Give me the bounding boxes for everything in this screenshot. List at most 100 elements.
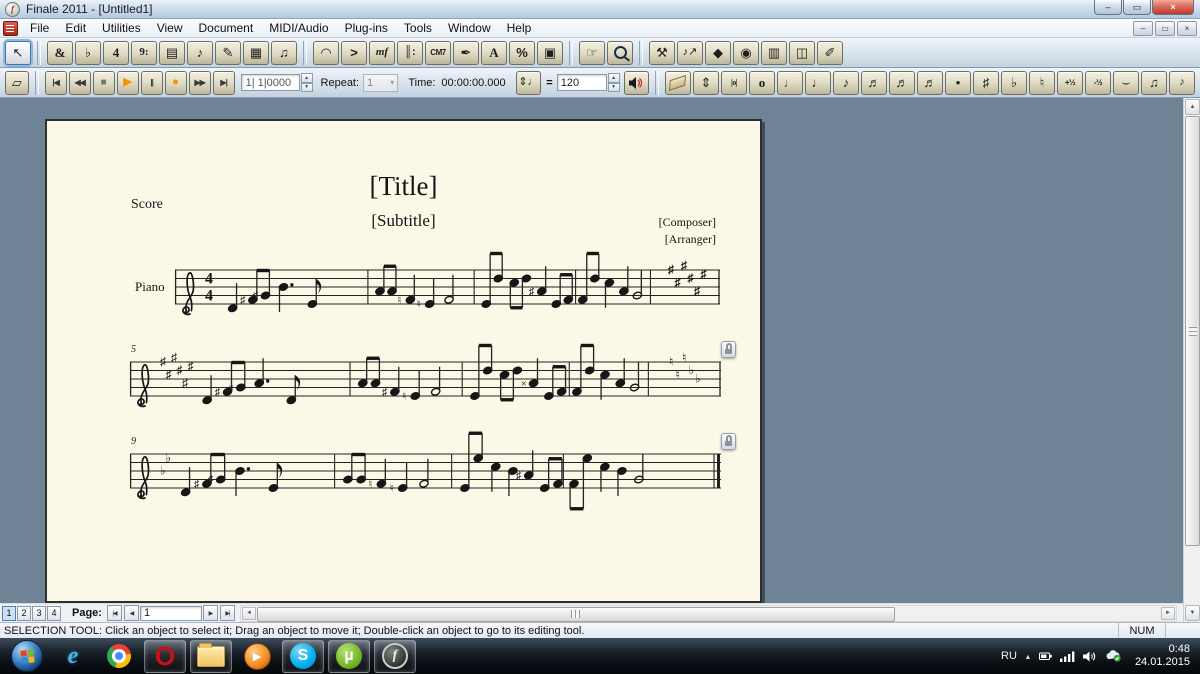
natural-button[interactable]: ♮ [1028, 70, 1055, 95]
scroll-left-button[interactable]: ◄ [241, 606, 256, 620]
record-button[interactable]: ● [164, 70, 187, 95]
view-preset-3[interactable]: 3 [32, 605, 46, 621]
scroll-up-button[interactable]: ▲ [1185, 99, 1200, 115]
windows-explorer[interactable] [190, 639, 232, 673]
system-lock-icon[interactable] [721, 433, 736, 450]
previous-page-button[interactable]: ◀ [123, 605, 139, 621]
chord-tool-button[interactable]: CM7 [425, 40, 451, 65]
broom-tool-button[interactable]: ✐ [817, 40, 843, 65]
graphics-tool-button[interactable]: ◆ [705, 40, 731, 65]
simple-entry-tool-button[interactable]: ♪ [187, 40, 213, 65]
ossia-tool-button[interactable]: ▥ [761, 40, 787, 65]
score-page[interactable]: Score [Title] [Subtitle] [Composer] [Arr… [45, 119, 762, 603]
utorrent[interactable]: µ [328, 639, 370, 673]
menu-edit[interactable]: Edit [57, 20, 94, 36]
last-page-button[interactable]: ▶| [219, 605, 235, 621]
language-indicator[interactable]: RU [1001, 650, 1017, 662]
smart-shape-tool-button[interactable]: ◠ [313, 40, 339, 65]
time-signature-tool-button[interactable]: 4 [103, 40, 129, 65]
sixty-fourth-note-button[interactable]: ♬ [916, 70, 943, 95]
menu-plug-ins[interactable]: Plug-ins [337, 20, 396, 36]
minimize-button[interactable]: – [1094, 0, 1122, 15]
spin-down-button[interactable] [607, 82, 620, 92]
menu-help[interactable]: Help [499, 20, 540, 36]
mdi-minimize-button[interactable]: – [1133, 20, 1153, 36]
grace-note-button[interactable]: ♪ [1168, 70, 1195, 95]
menu-utilities[interactable]: Utilities [94, 20, 149, 36]
vertical-scroll-thumb[interactable] [1185, 116, 1200, 546]
staff-system-2[interactable]: 5♯♯♯♯♯♯♮♮♮♭♭♯×♯♮× [129, 338, 721, 424]
half-note-button[interactable]: ♩ [776, 70, 803, 95]
special-tools-tool-button[interactable]: ⚒ [649, 40, 675, 65]
play-button[interactable]: ▶ [116, 70, 139, 95]
go-to-beginning-button[interactable]: |◀ [44, 70, 67, 95]
start-button[interactable] [6, 640, 48, 673]
mdi-restore-button[interactable]: ▭ [1155, 20, 1175, 36]
mirror-tool-button[interactable]: ◫ [789, 40, 815, 65]
playback-settings-button[interactable] [623, 70, 650, 95]
title-bar[interactable]: Finale 2011 - [Untitled1] – ▭ × [0, 0, 1200, 19]
flat-button[interactable]: ♭ [1000, 70, 1027, 95]
expression-tool-button[interactable]: mf [369, 40, 395, 65]
skype[interactable]: S [282, 639, 324, 673]
eraser-tool-button[interactable] [664, 70, 691, 95]
eighth-note-button[interactable]: ♪ [832, 70, 859, 95]
augmentation-dot-button[interactable]: • [944, 70, 971, 95]
horizontal-scroll-thumb[interactable] [256, 606, 895, 622]
volume-icon[interactable] [1082, 651, 1097, 662]
text-tool-button[interactable]: A [481, 40, 507, 65]
next-page-button[interactable]: ▶ [202, 605, 218, 621]
articulation-tool-button[interactable]: > [341, 40, 367, 65]
menu-file[interactable]: File [22, 20, 57, 36]
thirty-second-note-button[interactable]: ♬ [888, 70, 915, 95]
repeat-dropdown[interactable]: 1 [363, 73, 399, 92]
measure-tool-button[interactable]: ▤ [159, 40, 185, 65]
battery-icon[interactable] [1038, 651, 1052, 661]
rewind-button[interactable]: ◀◀ [68, 70, 91, 95]
page-layout-tool-button[interactable]: ▣ [537, 40, 563, 65]
go-to-end-button[interactable]: ▶| [212, 70, 235, 95]
menu-window[interactable]: Window [440, 20, 499, 36]
half-step-up-button[interactable]: +½ [1056, 70, 1083, 95]
menu-tools[interactable]: Tools [396, 20, 440, 36]
restore-button[interactable]: ▭ [1123, 0, 1151, 15]
midi-tool-button[interactable]: ◉ [733, 40, 759, 65]
resize-tool-button[interactable]: % [509, 40, 535, 65]
pause-button[interactable]: || [140, 70, 163, 95]
vertical-scrollbar[interactable]: ▲ ▼ [1183, 98, 1200, 622]
clef-tool-button[interactable]: 9: [131, 40, 157, 65]
menu-midi-audio[interactable]: MIDI/Audio [261, 20, 336, 36]
page-turn-button[interactable]: ▱ [5, 70, 29, 95]
media-player[interactable]: ▶ [236, 640, 278, 673]
quarter-note-button[interactable]: ♩ [804, 70, 831, 95]
show-hidden-icons[interactable]: ▴ [1026, 652, 1030, 661]
system-lock-icon[interactable] [721, 341, 736, 358]
scroll-right-button[interactable]: ► [1161, 606, 1175, 620]
scroll-down-button[interactable]: ▼ [1185, 605, 1200, 621]
staff-system-1[interactable]: 44♯♯♯♯♯♯♯ ♯ ♮ ♮♯ [174, 246, 720, 332]
close-button[interactable]: × [1152, 0, 1194, 15]
lyrics-tool-button[interactable]: ✒ [453, 40, 479, 65]
staff-tool-button[interactable]: & [47, 40, 73, 65]
half-step-down-button[interactable]: -½ [1084, 70, 1111, 95]
tuplet-tool-button[interactable]: ♫ [271, 40, 297, 65]
reposition-tool-button[interactable]: ⇕ [692, 70, 719, 95]
finale-app[interactable]: f [374, 639, 416, 673]
document-icon[interactable] [3, 20, 18, 36]
measure-counter-field[interactable]: 1| 1|0000 [240, 74, 300, 91]
tempo-input[interactable] [556, 74, 607, 91]
view-preset-4[interactable]: 4 [47, 605, 61, 621]
sharp-button[interactable]: ♯ [972, 70, 999, 95]
staff-system-3[interactable]: 9♭♭♯♯♮♮♯ [129, 430, 721, 516]
spin-up-button[interactable] [607, 73, 620, 83]
fast-forward-button[interactable]: ▶▶ [188, 70, 211, 95]
tuplet-entry-button[interactable]: ♫ [1140, 70, 1167, 95]
zoom-tool-button[interactable] [607, 40, 633, 65]
stop-button[interactable]: ■ [92, 70, 115, 95]
menu-view[interactable]: View [149, 20, 191, 36]
internet-explorer[interactable]: e [52, 640, 94, 673]
sixteenth-note-button[interactable]: ♬ [860, 70, 887, 95]
clock[interactable]: 0:48 24.01.2015 [1135, 643, 1190, 669]
signal-icon[interactable] [1059, 651, 1075, 662]
view-preset-2[interactable]: 2 [17, 605, 31, 621]
